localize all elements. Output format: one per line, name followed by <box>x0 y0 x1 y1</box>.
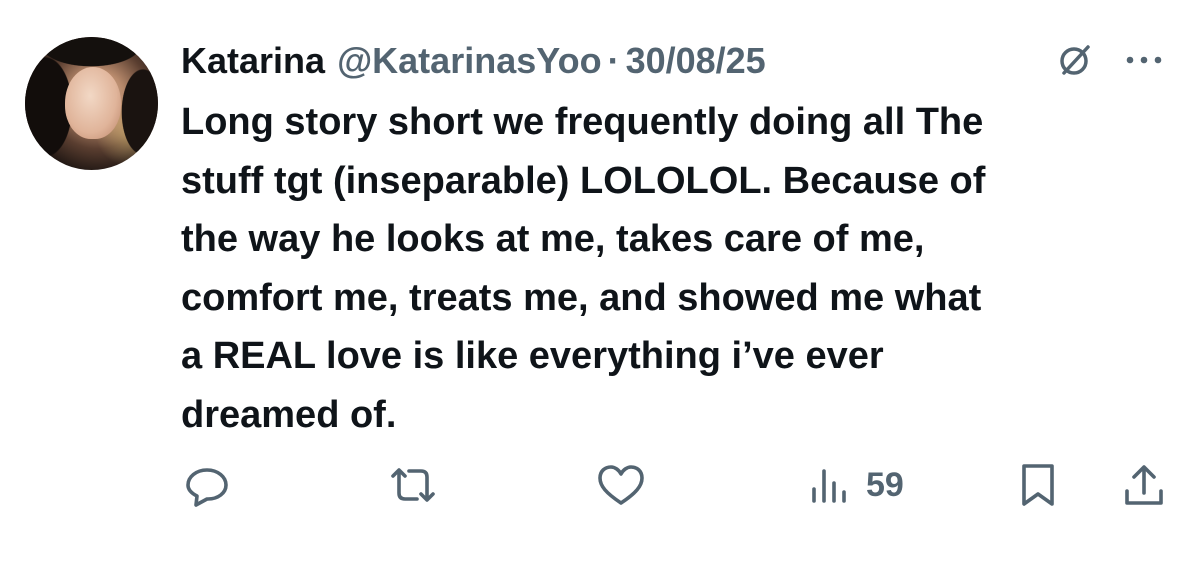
grok-icon[interactable] <box>1055 40 1095 80</box>
reply-icon <box>186 468 228 507</box>
views-button[interactable]: 59 <box>806 455 904 515</box>
tweet-text: Long story short we frequently doing all… <box>181 101 986 436</box>
author-handle[interactable]: @KatarinasYoo <box>337 40 602 82</box>
views-icon <box>812 469 846 503</box>
tweet-date[interactable]: 30/08/25 <box>626 40 766 82</box>
avatar[interactable] <box>25 37 158 170</box>
like-button[interactable] <box>596 455 646 515</box>
author-name[interactable]: Katarina <box>181 40 325 82</box>
retweet-button[interactable] <box>385 455 441 515</box>
bookmark-icon <box>1022 464 1054 506</box>
share-button[interactable] <box>1120 455 1168 515</box>
like-icon <box>598 465 644 505</box>
retweet-icon <box>391 468 435 502</box>
more-icon[interactable] <box>1124 50 1168 70</box>
tweet-header: Katarina @KatarinasYoo · 30/08/25 <box>181 40 766 82</box>
reply-button[interactable] <box>183 455 231 515</box>
views-count: 59 <box>866 465 904 504</box>
header-separator: · <box>607 40 620 81</box>
tweet: Katarina @KatarinasYoo · 30/08/25 Long s… <box>0 0 1200 563</box>
action-bar: 59 <box>0 455 1200 515</box>
bookmark-button[interactable] <box>1016 455 1060 515</box>
share-icon <box>1125 465 1163 505</box>
